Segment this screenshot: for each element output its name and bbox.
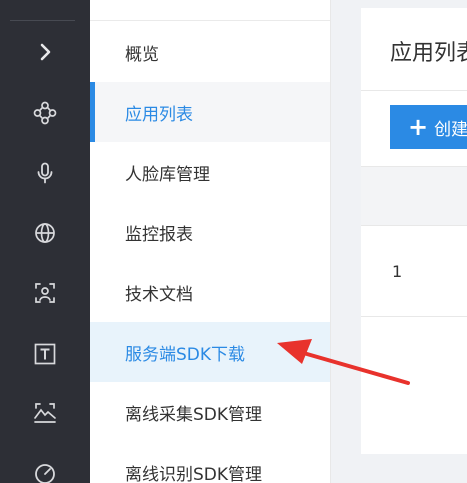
menu-item-app-list[interactable]: 应用列表	[90, 82, 330, 142]
menu-item-label: 离线采集SDK管理	[125, 404, 263, 425]
menu-item-monitoring-report[interactable]: 监控报表	[90, 202, 330, 262]
table-header	[361, 166, 467, 226]
menu-item-label: 技术文档	[125, 284, 193, 305]
side-menu: 概览 应用列表 人脸库管理 监控报表 技术文档 服务端SDK下载 离线采集SDK…	[90, 0, 331, 483]
create-button-label: 创建	[434, 119, 467, 140]
globe-icon[interactable]	[27, 215, 63, 251]
menu-item-offline-capture-sdk[interactable]: 离线采集SDK管理	[90, 382, 330, 442]
microphone-icon[interactable]	[27, 155, 63, 191]
menu-item-server-sdk-download[interactable]: 服务端SDK下载	[90, 322, 330, 382]
chevron-right-icon[interactable]	[27, 34, 63, 70]
menu-top-divider	[90, 20, 330, 21]
menu-item-label: 监控报表	[125, 224, 193, 245]
console-screen: 概览 应用列表 人脸库管理 监控报表 技术文档 服务端SDK下载 离线采集SDK…	[0, 0, 467, 483]
menu-item-label: 人脸库管理	[125, 164, 210, 185]
menu-item-label: 服务端SDK下载	[125, 344, 246, 365]
text-t-icon[interactable]	[27, 336, 63, 372]
gauge-icon[interactable]	[27, 455, 63, 483]
molecule-icon[interactable]	[27, 95, 63, 131]
create-app-button[interactable]: + 创建	[390, 105, 467, 149]
title-divider	[361, 90, 467, 91]
table-row-divider	[361, 316, 467, 317]
menu-item-label: 概览	[125, 44, 159, 65]
plus-icon: +	[408, 113, 429, 141]
main-content: 应用列表 + 创建 1	[361, 8, 467, 454]
menu-item-label: 离线识别SDK管理	[125, 464, 263, 483]
menu-item-overview[interactable]: 概览	[90, 22, 330, 82]
menu-item-tech-docs[interactable]: 技术文档	[90, 262, 330, 322]
table-row-index: 1	[392, 262, 403, 281]
icon-rail	[0, 0, 90, 483]
page-title: 应用列表	[390, 41, 467, 66]
face-scan-icon[interactable]	[27, 275, 63, 311]
menu-item-face-library[interactable]: 人脸库管理	[90, 142, 330, 202]
rail-divider	[10, 20, 75, 21]
menu-item-offline-recognition-sdk[interactable]: 离线识别SDK管理	[90, 442, 330, 483]
mountain-scan-icon[interactable]	[27, 395, 63, 431]
menu-item-label: 应用列表	[125, 104, 193, 125]
